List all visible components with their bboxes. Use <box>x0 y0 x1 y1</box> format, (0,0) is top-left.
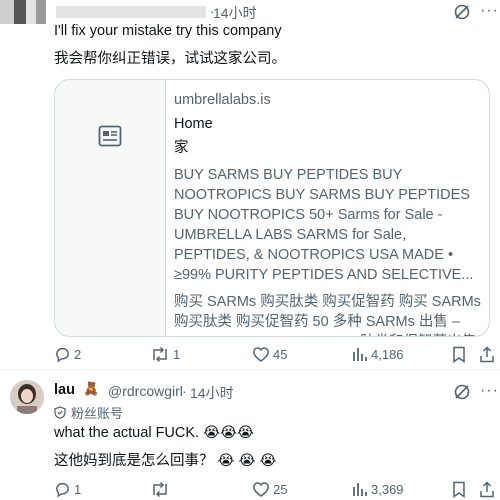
like-count: 45 <box>273 347 288 362</box>
tweet-time[interactable]: 14小时 <box>190 383 234 403</box>
share-icon <box>479 346 498 363</box>
bookmark-icon <box>452 346 469 363</box>
tweet-text: I'll fix your mistake try this company <box>54 23 282 39</box>
more-icon[interactable]: ··· <box>480 382 499 400</box>
repost-button[interactable]: 1 <box>150 346 180 363</box>
card-domain: umbrellalabs.is <box>174 92 271 108</box>
reply-count: 2 <box>74 347 82 362</box>
heart-icon <box>252 481 273 498</box>
reply-button[interactable]: 1 <box>54 481 81 498</box>
share-button[interactable] <box>479 346 498 363</box>
more-icon[interactable]: ··· <box>480 2 499 20</box>
tweet-header: · <box>56 3 215 19</box>
display-name[interactable]: lau <box>54 382 75 398</box>
blurred-avatar[interactable] <box>0 0 46 24</box>
reply-icon <box>54 481 74 498</box>
tweet-translation: 我会帮你纠正错误，试试这家公司。 <box>54 51 286 67</box>
reply-icon <box>54 346 74 363</box>
like-button[interactable]: 45 <box>252 346 287 363</box>
heart-icon <box>252 346 273 363</box>
grok-icon[interactable] <box>453 383 471 401</box>
card-thumbnail <box>55 80 166 336</box>
link-card[interactable]: umbrellalabs.is Home 家 BUY SARMS BUY PEP… <box>54 79 490 337</box>
tweet-time[interactable]: 14小时 <box>213 3 257 23</box>
reply-count: 1 <box>74 482 82 497</box>
fan-account-badge: 粉丝账号 <box>54 403 123 422</box>
repost-icon <box>150 481 173 498</box>
like-count: 25 <box>273 482 288 497</box>
share-button[interactable] <box>479 481 498 498</box>
grok-icon[interactable] <box>453 3 471 21</box>
bookmark-button[interactable] <box>452 481 469 498</box>
card-title: Home <box>174 116 213 132</box>
views-button[interactable]: 4,186 <box>352 346 404 362</box>
share-icon <box>479 481 498 498</box>
separator: · <box>182 383 187 399</box>
view-count: 3,369 <box>371 481 404 497</box>
badge-label: 粉丝账号 <box>71 406 124 421</box>
redacted-author <box>56 6 206 19</box>
repost-icon <box>150 346 173 363</box>
views-icon <box>352 481 371 497</box>
tweet-text: what the actual FUCK. 😭😭😭 <box>54 425 254 441</box>
reply-button[interactable]: 2 <box>54 346 81 363</box>
like-button[interactable]: 25 <box>252 481 287 498</box>
bookmark-icon <box>452 481 469 498</box>
user-handle[interactable]: @rdrcowgirl <box>108 383 183 399</box>
card-description: BUY SARMS BUY PEPTIDES BUY NOOTROPICS BU… <box>174 167 474 283</box>
repost-button[interactable] <box>150 481 173 498</box>
name-emoji: 🧸 <box>83 381 100 396</box>
tweet-translation: 这他妈到底是怎么回事？ 😭 😭 😭 <box>54 453 277 469</box>
tweet-divider <box>0 369 500 370</box>
avatar[interactable] <box>10 380 44 414</box>
views-icon <box>352 346 371 362</box>
card-description-translation: 购买 SARMs 购买肽类 购买促智药 购买 SARMs 购买肽类 购买促智药 … <box>174 294 481 336</box>
repost-count: 1 <box>173 347 181 362</box>
card-title-translation: 家 <box>174 140 189 156</box>
bookmark-button[interactable] <box>452 346 469 363</box>
views-button[interactable]: 3,369 <box>352 481 404 497</box>
shield-icon <box>54 406 66 419</box>
article-icon <box>98 125 122 147</box>
view-count: 4,186 <box>371 346 404 362</box>
